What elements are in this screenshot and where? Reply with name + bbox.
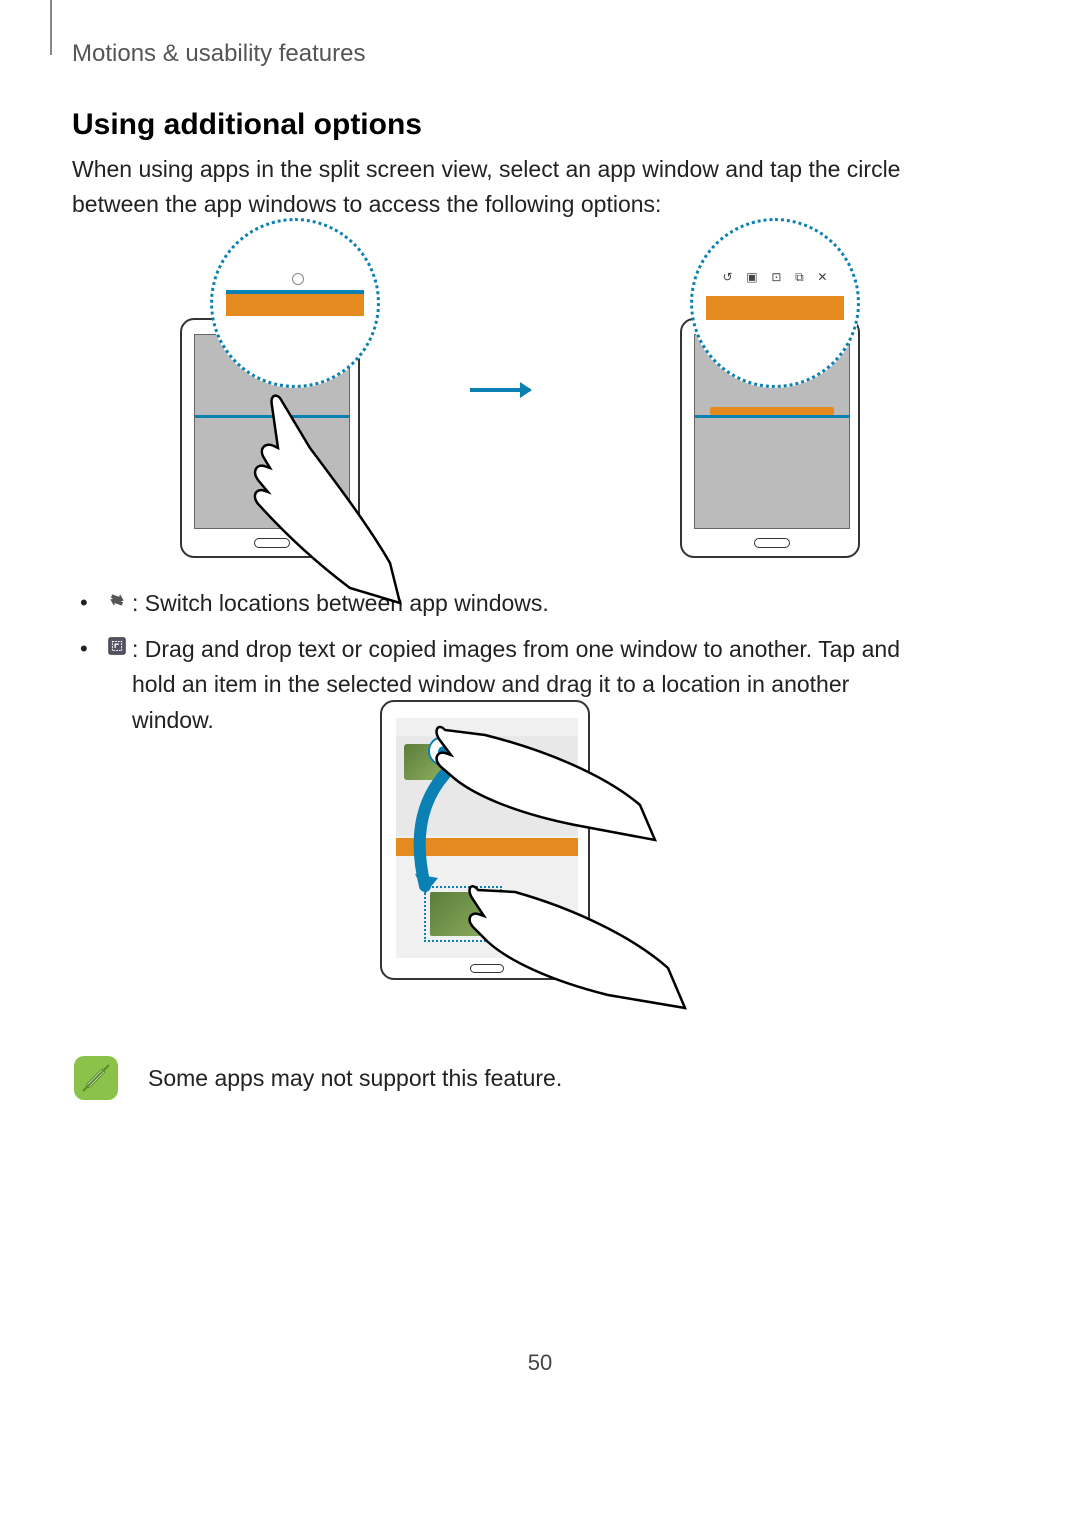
arrow-right-icon [470,388,530,392]
tablet-before [180,258,380,528]
split-divider [695,415,849,418]
page-number: 50 [528,1350,552,1376]
switch-locations-icon [106,586,128,608]
figure-split-options: ↺ ▣ ⊡ ⧉ ✕ [180,218,880,568]
note-callout: Some apps may not support this feature. [74,1056,562,1100]
zoom-lens-before [210,218,380,388]
popup-icon: ⧉ [795,270,804,285]
drag-content-icon [106,632,128,654]
hand-drag-upper-illustration [425,695,665,845]
switch-locations-icon: ↺ [723,270,733,284]
tablet-after: ↺ ▣ ⊡ ⧉ ✕ [680,258,880,528]
split-toolbar: ↺ ▣ ⊡ ⧉ ✕ [723,270,828,284]
bullet-marker: • [80,586,102,620]
options-bar-mini [710,407,833,415]
note-icon [74,1056,118,1100]
intro-paragraph: When using apps in the split screen view… [72,152,912,221]
maximize-icon: ⊡ [771,270,781,284]
zoom-orange-bar [226,290,364,316]
zoom-lens-after: ↺ ▣ ⊡ ⧉ ✕ [690,218,860,388]
note-text: Some apps may not support this feature. [148,1065,562,1092]
section-title: Using additional options [72,108,422,142]
list-item: • : Switch locations between app windows… [80,586,920,622]
zoom-orange-bar [706,296,844,320]
hand-drop-lower-illustration [460,850,690,1010]
breadcrumb: Motions & usability features [72,40,365,68]
hand-pointing-illustration [240,388,420,608]
page-left-rule [50,0,52,55]
zoom-handle-dot [292,273,304,285]
bullet-marker: • [80,632,102,666]
home-button-icon [754,538,790,548]
figure-drag-drop [380,700,680,1040]
close-icon: ✕ [817,270,827,284]
drag-content-icon: ▣ [746,270,757,284]
